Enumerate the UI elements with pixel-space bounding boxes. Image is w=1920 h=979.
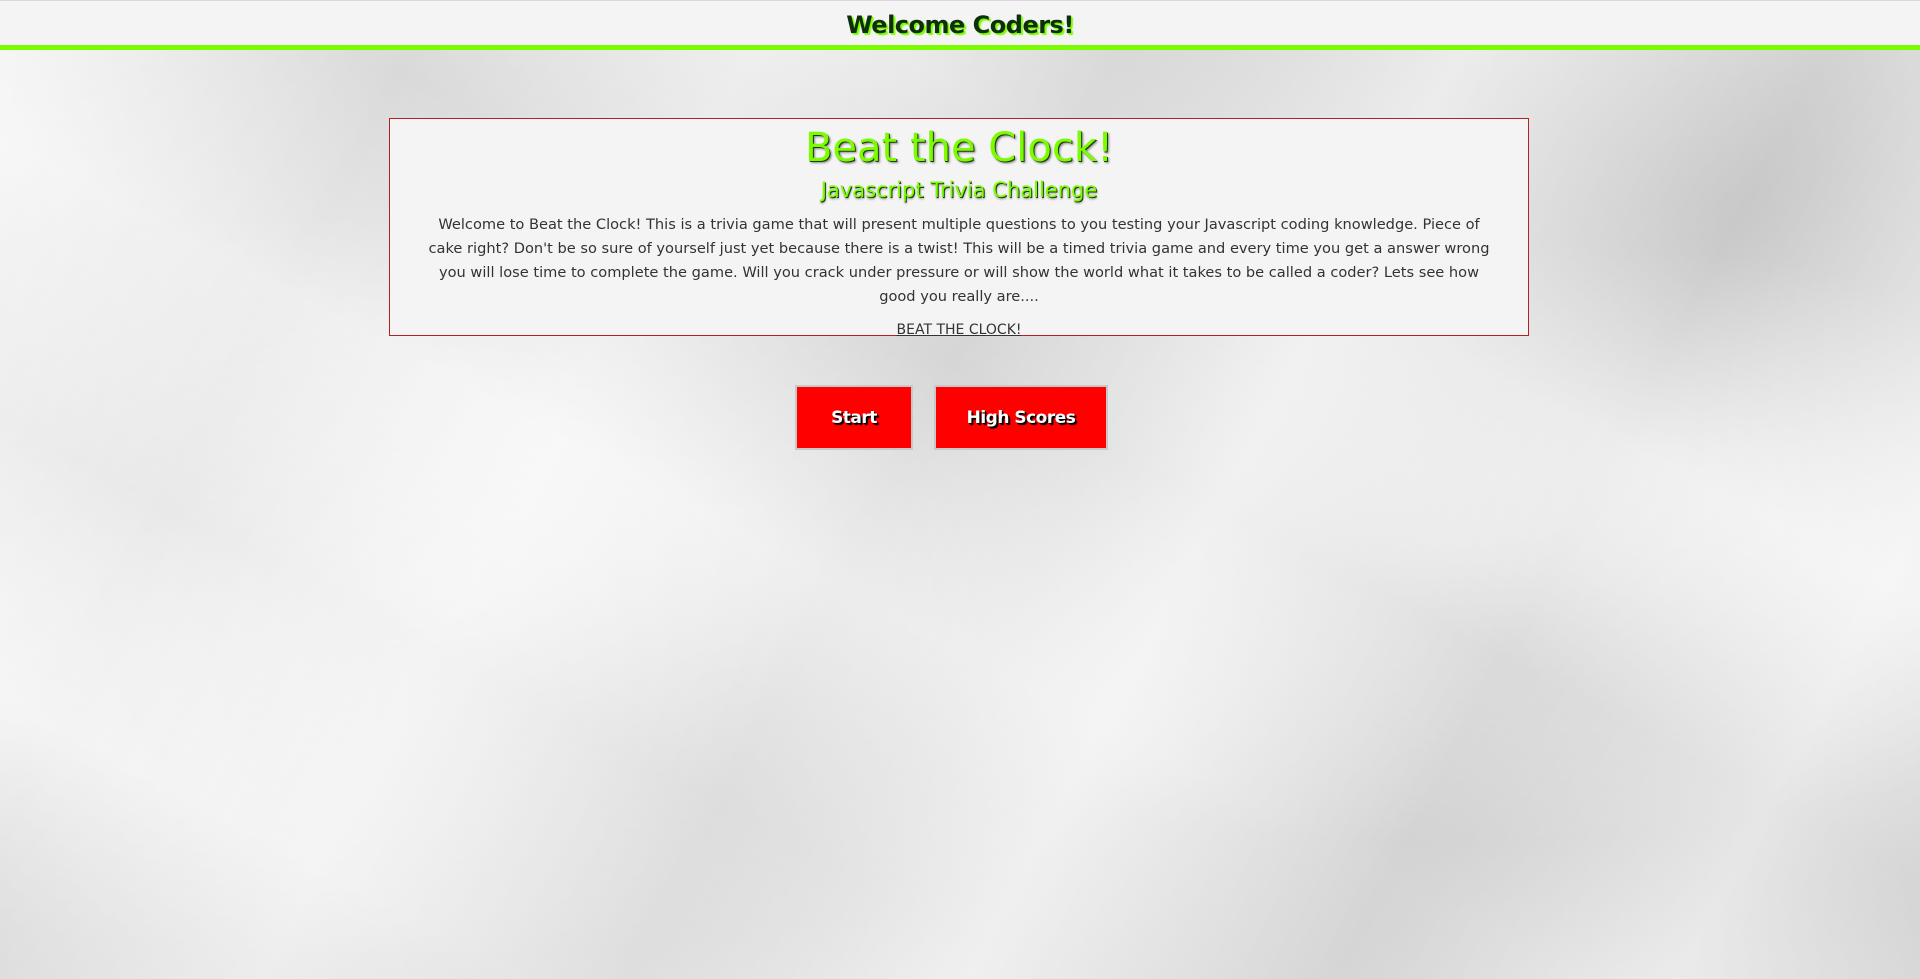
- game-subtitle: Javascript Trivia Challenge: [820, 178, 1098, 202]
- welcome-title: Welcome Coders!: [846, 11, 1074, 39]
- game-title: Beat the Clock!: [804, 125, 1114, 171]
- high-scores-button[interactable]: High Scores: [934, 385, 1108, 450]
- start-button[interactable]: Start: [795, 385, 913, 450]
- game-description: Welcome to Beat the Clock! This is a tri…: [428, 216, 1490, 305]
- intro-card: Beat the Clock! Javascript Trivia Challe…: [389, 118, 1529, 338]
- top-header-bar: Welcome Coders!: [0, 0, 1920, 50]
- beat-the-clock-link[interactable]: BEAT THE CLOCK!: [897, 322, 1022, 338]
